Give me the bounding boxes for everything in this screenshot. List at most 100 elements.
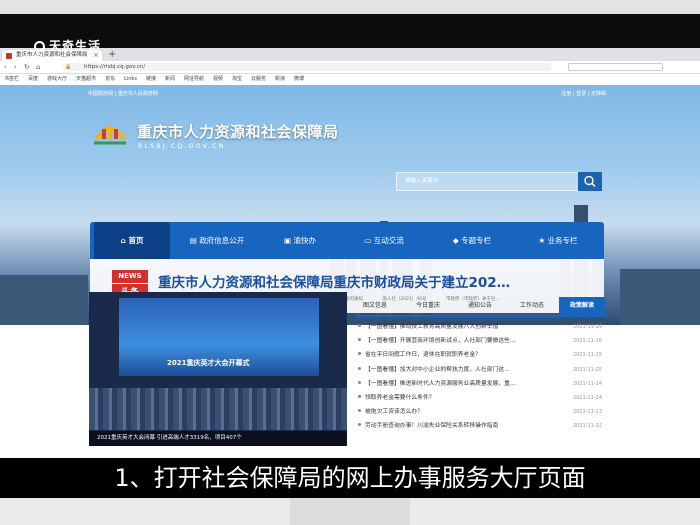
bookmark-item[interactable]: 视频 — [213, 76, 223, 82]
bullet-icon — [358, 338, 361, 342]
bookmark-item[interactable]: 新闻 — [165, 76, 175, 82]
list-item[interactable]: 领取养老金需要什么条件？ 2021-11-24 — [358, 391, 602, 405]
background-band — [0, 0, 700, 14]
news-list: 【一图看懂】推动技工教育高质量发展八大创新举措 2021-11-29 【一图看懂】开… — [358, 320, 602, 434]
search-button[interactable] — [578, 172, 602, 191]
photo-caption[interactable]: 2021重庆英才大会闭幕 引进高端人才3319名，项目407个 — [89, 431, 347, 446]
site-title: 重庆市人力资源和社会保障局 — [137, 123, 339, 141]
list-item-date: 2021-11-23 — [572, 409, 602, 416]
list-item[interactable]: 省在平日间假工作日，退休在职就职养老金？ 2021-11-25 — [358, 348, 602, 362]
top-nav-links[interactable]: 中国政府网 | 重庆市人民政府网 — [88, 90, 158, 97]
tab-work-news[interactable]: 工作动态 — [509, 297, 555, 315]
list-item-title[interactable]: 【一图看懂】加大对中小企业的帮扶力度，人社部门这… — [365, 367, 510, 373]
menu-item-interaction[interactable]: ▭ 互动交流 — [344, 222, 424, 259]
forward-icon[interactable]: › — [14, 61, 17, 73]
list-item-title[interactable]: 领取养老金需要什么条件？ — [365, 395, 435, 401]
list-item[interactable]: 【一图看懂】加大对中小企业的帮扶力度，人社部门这… 2021-11-25 — [358, 363, 602, 377]
stage-text: 2021重庆英才大会开幕式 — [167, 359, 250, 367]
bookmark-item[interactable]: 淘宝 — [232, 76, 242, 82]
bookmark-item[interactable]: 书签栏 — [4, 76, 19, 82]
bookmark-item[interactable]: 天猫超市 — [76, 76, 96, 82]
list-item-title[interactable]: 被拖欠工资该怎么办？ — [365, 409, 423, 415]
address-bar-row: ‹ › ↻ ⌂ 🔒 https://rlsbj.cq.gov.cn/ — [0, 61, 700, 74]
menu-label: 渝快办 — [293, 236, 316, 245]
list-item-title[interactable]: 省在平日间假工作日，退休在职就职养老金？ — [365, 352, 481, 358]
headline-link[interactable]: 重庆市人力资源和社会保障局重庆市财政局关于建立202… — [158, 271, 510, 291]
site-domain: RLSBJ.CQ.GOV.CN — [138, 142, 226, 150]
bookmark-item[interactable]: 链接 — [146, 76, 156, 82]
list-item-date: 2021-11-24 — [572, 380, 602, 387]
list-item[interactable]: 被拖欠工资该怎么办？ 2021-11-23 — [358, 405, 602, 419]
list-item-date: 2021-11-24 — [572, 394, 602, 401]
bookmark-item[interactable]: 京东 — [105, 76, 115, 82]
bookmark-item[interactable]: 新浪 — [275, 76, 285, 82]
list-item[interactable]: 【一图看懂】开展营商环境创新试点，人社部门要做这些… 2021-11-26 — [358, 334, 602, 348]
url-text: https://rlsbj.cq.gov.cn/ — [84, 64, 146, 70]
list-item-date: 2021-11-25 — [572, 366, 602, 373]
menu-item-topics[interactable]: ◆ 专题专栏 — [432, 222, 512, 259]
bullet-icon — [358, 409, 361, 413]
list-item-date: 2021-11-25 — [572, 352, 602, 359]
list-item-date: 2021-11-22 — [572, 423, 602, 430]
tab-today-chongqing[interactable]: 今日重庆 — [405, 297, 451, 315]
new-tab-icon[interactable]: + — [108, 48, 116, 61]
bullet-icon — [358, 366, 361, 370]
list-item-title[interactable]: 【一图看懂】推进新时代人力资源服务业高质量发展，重… — [365, 381, 516, 387]
logo-icon — [94, 125, 126, 145]
lock-icon: 🔒 — [65, 64, 72, 70]
watermark-logo-icon — [34, 41, 45, 52]
bookmark-item[interactable]: 网址导航 — [184, 76, 204, 82]
audience — [89, 388, 347, 430]
badge-news: NEWS — [112, 270, 148, 284]
browser-search-box[interactable] — [568, 63, 663, 71]
tab-image-news[interactable]: 图文信息 — [355, 297, 395, 315]
tab-policy[interactable]: 政策解读 — [559, 297, 605, 315]
star-icon: ★ — [538, 236, 548, 245]
bookmark-item[interactable]: 游戏大厅 — [47, 76, 67, 82]
list-item-title[interactable]: 【一图看懂】推动技工教育高质量发展八大创新举措 — [365, 324, 498, 330]
tag-icon: ◆ — [452, 236, 462, 245]
reload-icon[interactable]: ↻ — [24, 61, 30, 73]
bookmark-item[interactable]: 百度 — [28, 76, 38, 82]
tab-bar: 重庆市人力资源和社会保障局 × + — [0, 48, 700, 61]
menu-item-gov-info[interactable]: ▤ 政府信息公开 — [174, 222, 260, 259]
back-icon[interactable]: ‹ — [4, 61, 7, 73]
bookmark-item[interactable]: Links — [124, 76, 137, 82]
menu-item-business[interactable]: ★ 业务专栏 — [518, 222, 598, 259]
list-item-date: 2021-11-29 — [572, 324, 602, 330]
site-header: 中国政府网 | 重庆市人民政府网 注册 | 登录 | 无障碍 重庆市人力资源和社… — [0, 85, 700, 325]
monitor-stand — [290, 498, 410, 525]
bullet-icon — [358, 423, 361, 427]
menu-label: 政府信息公开 — [199, 236, 245, 245]
main-menu: ⌂ 首页 ▤ 政府信息公开 ▣ 渝快办 ▭ 互动交流 ◆ 专题专栏 ★ 业务专栏 — [90, 222, 604, 259]
account-links[interactable]: 注册 | 登录 | 无障碍 — [561, 90, 606, 97]
list-item[interactable]: 劳动手册查询办事！川渝失业保险关系转移操作指南 2021-11-22 — [358, 419, 602, 433]
bullet-icon — [358, 352, 361, 356]
menu-item-home[interactable]: ⌂ 首页 — [94, 222, 170, 259]
menu-label: 业务专栏 — [547, 236, 578, 245]
tab-notices[interactable]: 通知公告 — [457, 297, 503, 315]
list-item-title[interactable]: 【一图看懂】开展营商环境创新试点，人社部门要做这些… — [365, 338, 516, 344]
home-icon[interactable]: ⌂ — [36, 61, 40, 73]
chat-icon: ▭ — [364, 236, 374, 245]
bullet-icon — [358, 324, 361, 327]
watermark: 天奇生活 — [34, 37, 101, 54]
bullet-icon — [358, 394, 361, 398]
content-tabs: 图文信息 今日重庆 通知公告 工作动态 政策解读 — [355, 297, 605, 317]
news-photo[interactable]: 2021重庆英才大会开幕式 2021重庆英才大会闭幕 引进高端人才3319名，项… — [89, 292, 347, 446]
search-icon — [584, 175, 596, 187]
list-item[interactable]: 【一图看懂】推进新时代人力资源服务业高质量发展，重… 2021-11-24 — [358, 377, 602, 391]
list-item-date: 2021-11-26 — [572, 338, 602, 345]
video-subtitle: 1、打开社会保障局的网上办事服务大厅页面 — [114, 464, 586, 492]
url-field[interactable]: 🔒 https://rlsbj.cq.gov.cn/ — [62, 63, 552, 71]
site-search: 请输入关键词 — [396, 172, 602, 191]
menu-item-yukuaiban[interactable]: ▣ 渝快办 — [266, 222, 334, 259]
search-input[interactable]: 请输入关键词 — [396, 172, 579, 191]
list-item-title[interactable]: 劳动手册查询办事！川渝失业保险关系转移操作指南 — [365, 423, 498, 429]
bullet-icon — [358, 380, 361, 384]
bookmark-item[interactable]: 微博 — [294, 76, 304, 82]
bookmark-item[interactable]: 云服务 — [251, 76, 266, 82]
site-favicon-icon — [6, 53, 12, 59]
list-item[interactable]: 【一图看懂】推动技工教育高质量发展八大创新举措 2021-11-29 — [358, 320, 602, 334]
menu-label: 专题专栏 — [461, 236, 492, 245]
